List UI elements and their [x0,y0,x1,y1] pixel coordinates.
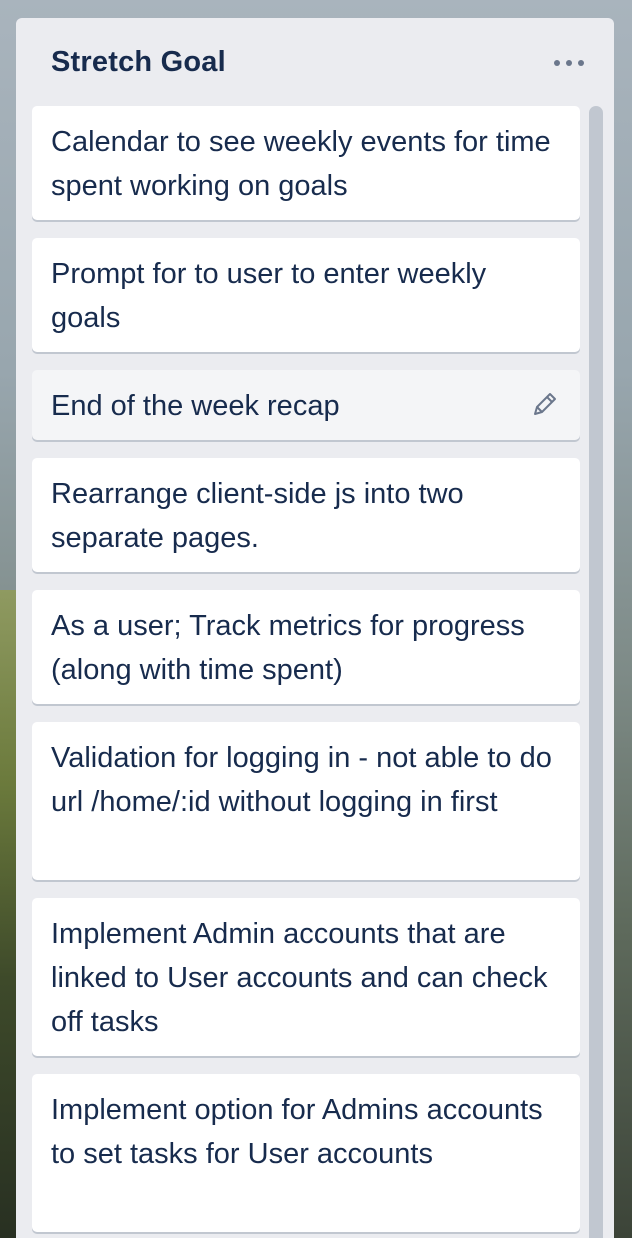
menu-dot [554,60,560,66]
card-title: Implement option for Admins accounts to … [51,1094,543,1170]
menu-dot [578,60,584,66]
menu-dot [566,60,572,66]
card-list: Calendar to see weekly events for time s… [32,106,580,1238]
card[interactable]: End of the week recap [32,370,580,440]
card[interactable]: Implement option for Admins accounts to … [32,1074,580,1232]
card-title: Calendar to see weekly events for time s… [51,126,551,202]
card-title: Implement Admin accounts that are linked… [51,918,548,1038]
card[interactable]: Rearrange client-side js into two separa… [32,458,580,572]
pencil-icon[interactable] [530,389,560,419]
card[interactable]: Prompt for to user to enter weekly goals [32,238,580,352]
card-title: End of the week recap [51,390,340,422]
card-title: Prompt for to user to enter weekly goals [51,258,487,334]
card[interactable]: Implement Admin accounts that are linked… [32,898,580,1056]
list-scrollbar[interactable] [589,106,603,1238]
card[interactable]: As a user; Track metrics for progress (a… [32,590,580,704]
card-title: Validation for logging in - not able to … [51,742,552,818]
trello-list: Stretch Goal Calendar to see weekly even… [16,18,614,1238]
list-header: Stretch Goal [16,18,614,106]
more-horizontal-icon[interactable] [554,56,584,70]
card-title: Rearrange client-side js into two separa… [51,478,464,554]
card-title: As a user; Track metrics for progress (a… [51,610,525,686]
card[interactable]: Calendar to see weekly events for time s… [32,106,580,220]
list-title[interactable]: Stretch Goal [51,46,226,79]
card[interactable]: Validation for logging in - not able to … [32,722,580,880]
